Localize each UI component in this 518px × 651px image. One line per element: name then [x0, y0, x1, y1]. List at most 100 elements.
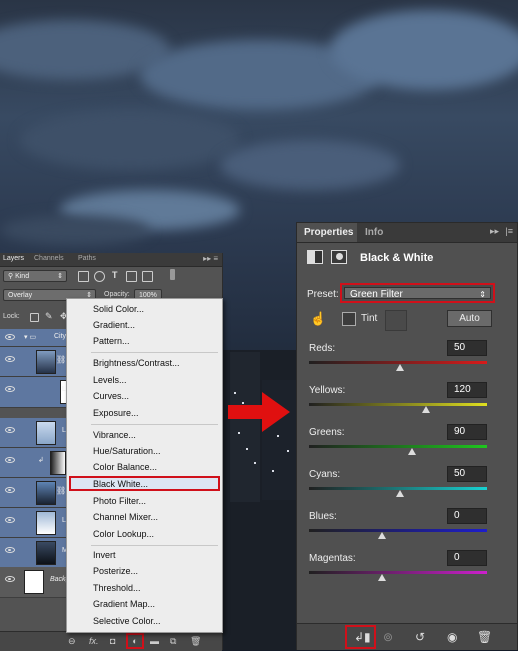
slider-value-input[interactable]: 50	[447, 340, 487, 356]
slider-value-input[interactable]: 0	[447, 508, 487, 524]
tab-info[interactable]: Info	[365, 227, 383, 238]
menu-item-selective-color[interactable]: Selective Color...	[93, 614, 161, 628]
mask-icon[interactable]: ◘	[110, 636, 115, 646]
panel-menu-icon[interactable]: |≡	[505, 226, 513, 236]
tab-paths[interactable]: Paths	[78, 255, 96, 262]
tab-properties[interactable]: Properties	[304, 227, 353, 238]
menu-item-levels[interactable]: Levels...	[93, 373, 127, 387]
properties-footer: ↲▮ ⊚ ↺ ◉ 🗑	[297, 623, 517, 650]
tint-color-swatch[interactable]	[385, 310, 407, 331]
slider-value-input[interactable]: 0	[447, 550, 487, 566]
slider-track[interactable]	[309, 445, 487, 448]
slider-track[interactable]	[309, 529, 487, 532]
filter-shape-icon[interactable]	[126, 271, 137, 282]
menu-item-invert[interactable]: Invert	[93, 548, 116, 562]
filter-type-icon[interactable]: T	[112, 270, 118, 280]
visibility-eye-icon[interactable]	[5, 517, 15, 523]
preset-value: Green Filter	[350, 289, 403, 300]
slider-label: Magentas:	[309, 553, 356, 564]
blend-mode-label: Overlay	[8, 292, 33, 299]
tab-layers[interactable]: Layers	[3, 255, 24, 262]
menu-item-black-white[interactable]: Black White...	[93, 477, 148, 491]
filter-adjustment-icon[interactable]	[94, 271, 105, 282]
folder-icon[interactable]: ▬	[150, 636, 159, 646]
slider-thumb[interactable]	[395, 490, 404, 497]
menu-item-gradient[interactable]: Gradient...	[93, 318, 135, 332]
visibility-eye-icon[interactable]	[5, 576, 15, 582]
menu-item-hue-saturation[interactable]: Hue/Saturation...	[93, 444, 161, 458]
slider-label: Greens:	[309, 427, 345, 438]
lock-brush-icon[interactable]: ✎	[45, 311, 53, 322]
adjustment-icon[interactable]: ◐	[126, 633, 144, 649]
adjustment-title: Black & White	[360, 252, 434, 264]
new-layer-icon[interactable]: ⧉	[170, 636, 176, 646]
fx-icon[interactable]: fx.	[89, 636, 99, 646]
visibility-eye-icon[interactable]	[5, 457, 15, 463]
menu-item-pattern[interactable]: Pattern...	[93, 334, 130, 348]
visibility-eye-icon[interactable]	[5, 386, 15, 392]
slider-value-input[interactable]: 120	[447, 382, 487, 398]
menu-item-photo-filter[interactable]: Photo Filter...	[93, 494, 146, 508]
panel-menu-icon[interactable]: ▸▸ ≡	[203, 254, 218, 263]
clip-to-layer-icon[interactable]: ↲▮	[354, 630, 371, 644]
filter-pixel-icon[interactable]	[78, 271, 89, 282]
slider-label: Cyans:	[309, 469, 341, 480]
tab-channels[interactable]: Channels	[34, 255, 64, 262]
slider-track[interactable]	[309, 403, 487, 406]
targeted-adjustment-hand-icon[interactable]: ☝	[310, 311, 326, 327]
layer-name: City	[54, 333, 67, 340]
visibility-eye-icon[interactable]	[5, 427, 15, 433]
menu-separator	[91, 352, 218, 353]
layer-mask-icon[interactable]	[331, 250, 347, 264]
trash-icon[interactable]: 🗑	[477, 630, 492, 644]
menu-separator	[91, 545, 218, 546]
visibility-icon[interactable]: ◉	[447, 630, 457, 644]
layer-thumbnail	[36, 350, 56, 374]
preset-select[interactable]: Green Filter ⇕	[344, 287, 491, 300]
filter-kind-select[interactable]: ⚲ Kind ⇕	[3, 270, 67, 282]
menu-item-color-balance[interactable]: Color Balance...	[93, 460, 157, 474]
view-previous-icon[interactable]: ⊚	[383, 630, 393, 644]
menu-item-channel-mixer[interactable]: Channel Mixer...	[93, 510, 158, 524]
properties-panel: Properties Info ▸▸ |≡ Black & White Pres…	[296, 222, 518, 650]
slider-track[interactable]	[309, 571, 487, 574]
slider-thumb[interactable]	[395, 364, 404, 371]
slider-thumb[interactable]	[377, 574, 386, 581]
filter-toggle-icon[interactable]	[170, 269, 175, 280]
menu-item-solid-color[interactable]: Solid Color...	[93, 302, 144, 316]
tint-checkbox[interactable]	[342, 312, 356, 326]
slider-value-input[interactable]: 90	[447, 424, 487, 440]
filter-smart-object-icon[interactable]	[142, 271, 153, 282]
visibility-eye-icon[interactable]	[5, 334, 15, 340]
slider-value-input[interactable]: 50	[447, 466, 487, 482]
menu-item-threshold[interactable]: Threshold...	[93, 581, 141, 595]
menu-item-gradient-map[interactable]: Gradient Map...	[93, 597, 155, 611]
visibility-eye-icon[interactable]	[5, 356, 15, 362]
menu-item-vibrance[interactable]: Vibrance...	[93, 428, 136, 442]
visibility-eye-icon[interactable]	[5, 547, 15, 553]
auto-button[interactable]: Auto	[447, 310, 492, 327]
slider-thumb[interactable]	[422, 406, 431, 413]
filter-kind-label: Kind	[15, 273, 30, 280]
slider-thumb[interactable]	[408, 448, 417, 455]
slider-label: Reds:	[309, 343, 336, 354]
slider-label: Yellows:	[309, 385, 346, 396]
menu-item-brightness-contrast[interactable]: Brightness/Contrast...	[93, 356, 180, 370]
menu-item-exposure[interactable]: Exposure...	[93, 406, 139, 420]
menu-item-color-lookup[interactable]: Color Lookup...	[93, 527, 154, 541]
visibility-eye-icon[interactable]	[5, 487, 15, 493]
collapse-icon[interactable]: ▸▸	[490, 226, 499, 237]
group-chevron-icon[interactable]: ▾ ▭	[24, 333, 36, 341]
menu-item-posterize[interactable]: Posterize...	[93, 564, 138, 578]
lock-transparent-icon[interactable]	[30, 313, 39, 322]
clipping-arrow-icon: ↲	[38, 457, 44, 464]
reset-icon[interactable]: ↺	[415, 630, 425, 644]
opacity-label: Opacity:	[104, 291, 130, 298]
slider-thumb[interactable]	[377, 532, 386, 539]
link-icon[interactable]: ⊖	[68, 636, 76, 646]
trash-icon[interactable]: 🗑	[190, 636, 201, 646]
menu-item-curves[interactable]: Curves...	[93, 389, 129, 403]
tint-label: Tint	[361, 313, 378, 324]
layer-thumbnail	[24, 570, 44, 594]
adjustment-layer-icon[interactable]	[307, 250, 323, 264]
